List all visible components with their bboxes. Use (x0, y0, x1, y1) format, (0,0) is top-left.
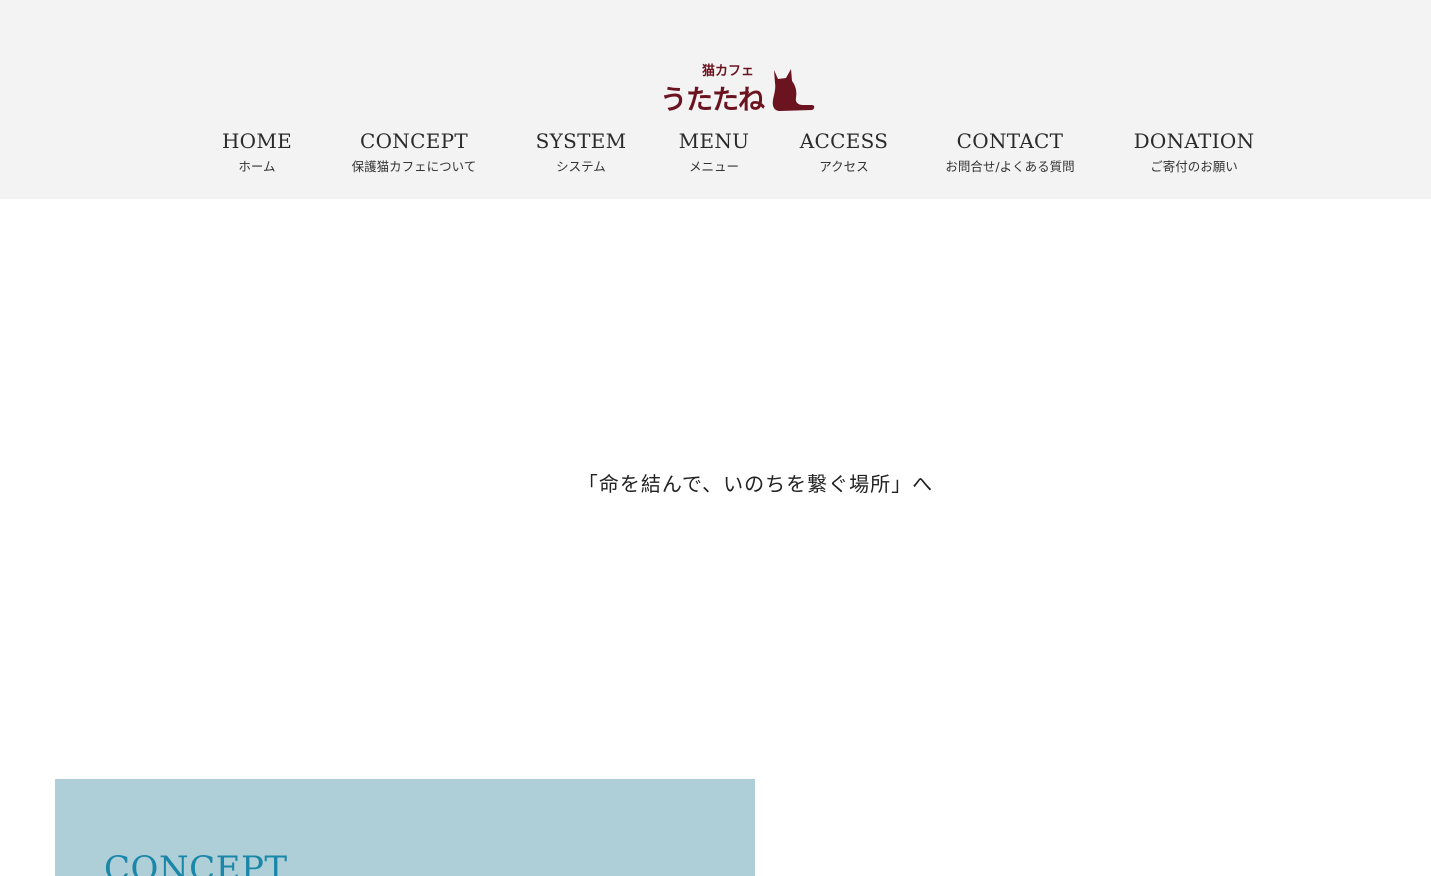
nav-label-ja: ご寄付のお願い (1150, 159, 1238, 174)
nav-label-en: CONTACT (956, 129, 1064, 153)
concept-section: CONCEPT (55, 779, 755, 876)
nav-item-contact[interactable]: CONTACT お問合せ/よくある質問 (910, 128, 1110, 175)
concept-heading: CONCEPT (104, 849, 288, 876)
nav-label-en: DONATION (1133, 129, 1255, 153)
cat-logo-icon: 猫カフェ うたたね (660, 63, 815, 116)
site-logo[interactable]: 猫カフェ うたたね (660, 56, 816, 116)
logo-main-text: うたたね (660, 85, 765, 116)
nav-label-ja: お問合せ/よくある質問 (945, 159, 1075, 174)
nav-item-donation[interactable]: DONATION ご寄付のお願い (1094, 128, 1294, 175)
logo-small-text: 猫カフェ (702, 63, 754, 79)
hero-tagline: 「命を結んで、いのちを繋ぐ場所」へ (577, 472, 934, 496)
main-nav: HOME ホーム CONCEPT 保護猫カフェについて SYSTEM システム … (0, 128, 1431, 180)
site-header: 猫カフェ うたたね HOME ホーム CONCEPT 保護猫カフェについて SY… (0, 0, 1431, 199)
